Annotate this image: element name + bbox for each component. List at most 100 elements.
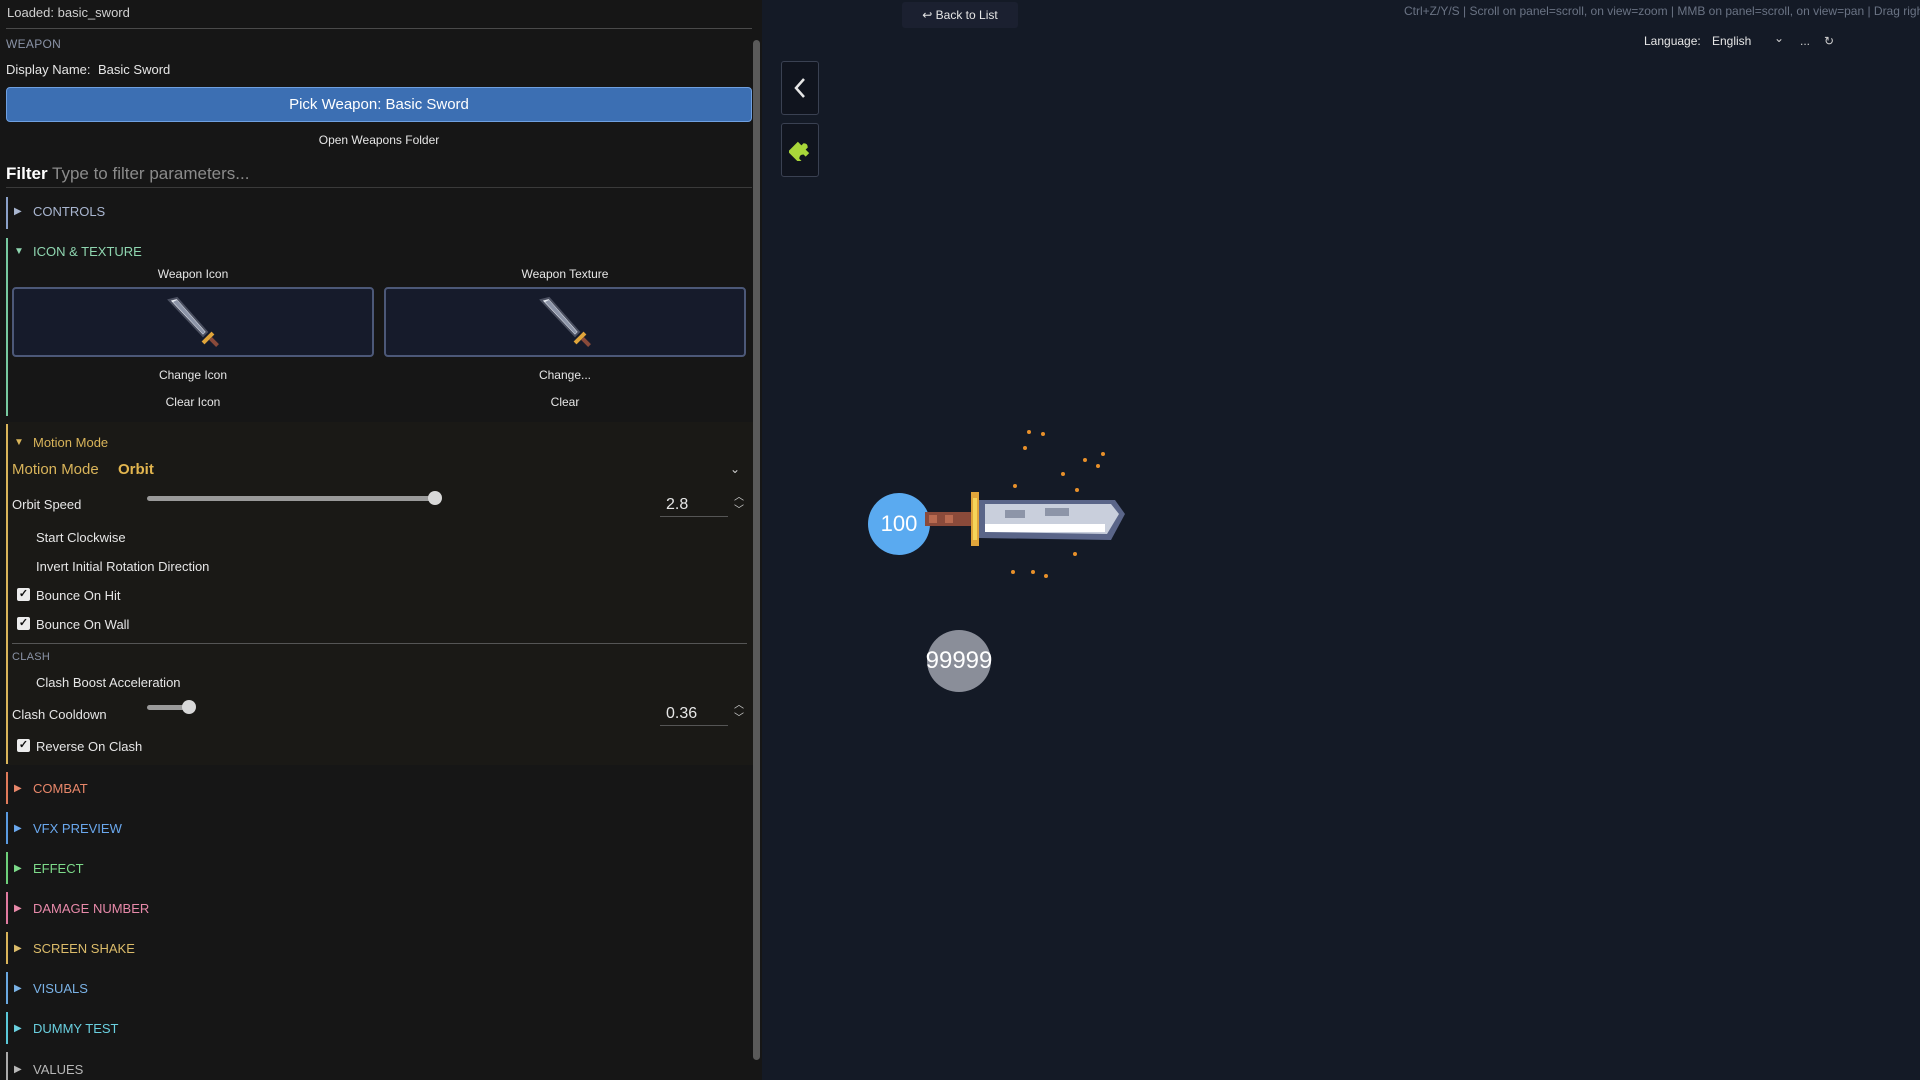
bounce-on-wall-label: Bounce On Wall: [36, 617, 130, 632]
open-weapons-folder-button[interactable]: Open Weapons Folder: [6, 133, 752, 147]
clash-subheader: CLASH: [12, 651, 51, 663]
expanded-arrow-icon: ▼: [14, 437, 24, 448]
section-damage-number-label: DAMAGE NUMBER: [33, 901, 150, 916]
section-icon-texture-label: ICON & TEXTURE: [33, 244, 142, 259]
section-vfx-preview-label: VFX PREVIEW: [33, 821, 122, 836]
section-visuals-label: VISUALS: [33, 981, 88, 996]
weapon-section-label: WEAPON: [6, 37, 62, 51]
section-values-label: VALUES: [33, 1062, 84, 1077]
clear-texture-button[interactable]: Clear: [384, 395, 746, 409]
decrement-icon[interactable]: ﹀: [734, 714, 744, 724]
bounce-on-hit-checkbox[interactable]: ✓: [17, 588, 30, 601]
section-visuals[interactable]: ▶ VISUALS: [14, 981, 88, 996]
collapsed-arrow-icon: ▶: [14, 863, 22, 874]
section-combat-label: COMBAT: [33, 781, 88, 796]
section-accent: [6, 852, 8, 884]
change-texture-button[interactable]: Change...: [384, 368, 746, 382]
motion-mode-label: Motion Mode: [12, 461, 99, 478]
bounce-on-wall-checkbox[interactable]: ✓: [17, 617, 30, 630]
section-effect-label: EFFECT: [33, 861, 84, 876]
collapsed-arrow-icon: ▶: [14, 1064, 22, 1075]
section-accent: [6, 892, 8, 924]
collapsed-arrow-icon: ▶: [14, 1023, 22, 1034]
collapsed-arrow-icon: ▶: [14, 943, 22, 954]
sword-icon: [539, 296, 591, 347]
refresh-icon[interactable]: ↻: [1824, 34, 1834, 48]
display-name-label: Display Name:: [6, 62, 91, 77]
section-accent: [6, 932, 8, 964]
change-icon-button[interactable]: Change Icon: [12, 368, 374, 382]
collapsed-arrow-icon: ▶: [14, 783, 22, 794]
increment-icon[interactable]: ︿: [734, 493, 744, 503]
weapon-icon-preview[interactable]: [12, 287, 374, 357]
puzzle-icon: [789, 141, 810, 161]
player-hp-label: 100: [880, 511, 918, 536]
loaded-status: Loaded: basic_sword: [7, 5, 130, 20]
section-accent: [6, 424, 8, 764]
chevron-down-icon[interactable]: ⌄: [730, 462, 740, 476]
collapse-panel-button[interactable]: [781, 61, 819, 115]
expanded-arrow-icon: ▼: [14, 246, 24, 257]
filter-label: Filter: [6, 164, 48, 183]
section-dummy-test[interactable]: ▶ DUMMY TEST: [14, 1021, 118, 1036]
display-name-value[interactable]: Basic Sword: [98, 62, 170, 77]
more-button[interactable]: ...: [1800, 34, 1810, 48]
reverse-on-clash-checkbox[interactable]: ✓: [17, 739, 30, 752]
reverse-on-clash-label: Reverse On Clash: [36, 739, 143, 754]
language-select[interactable]: English: [1712, 34, 1751, 48]
weapon-texture-preview[interactable]: [384, 287, 746, 357]
section-accent: [6, 238, 8, 416]
filter-input[interactable]: [52, 162, 752, 186]
start-clockwise-option[interactable]: Start Clockwise: [36, 530, 126, 545]
increment-icon[interactable]: ︿: [734, 701, 744, 711]
section-icon-texture[interactable]: ▼ ICON & TEXTURE: [14, 244, 142, 259]
section-controls[interactable]: ▶ CONTROLS: [14, 204, 105, 219]
section-values[interactable]: ▶ VALUES: [14, 1062, 83, 1077]
section-accent: [6, 772, 8, 804]
section-motion-mode[interactable]: ▼ Motion Mode: [14, 435, 108, 450]
collapsed-arrow-icon: ▶: [14, 823, 22, 834]
decrement-icon[interactable]: ﹀: [734, 506, 744, 516]
clash-cooldown-slider-handle[interactable]: [182, 700, 196, 714]
weapon-texture-label: Weapon Texture: [521, 267, 609, 281]
pick-weapon-button[interactable]: Pick Weapon: Basic Sword: [6, 87, 752, 122]
orbit-speed-input[interactable]: 2.8: [660, 493, 728, 517]
back-to-list-button[interactable]: ↩ Back to List: [902, 2, 1018, 28]
clash-cooldown-label: Clash Cooldown: [12, 707, 107, 722]
clash-boost-option[interactable]: Clash Boost Acceleration: [36, 675, 181, 690]
clear-icon-button[interactable]: Clear Icon: [12, 395, 374, 409]
section-effect[interactable]: ▶ EFFECT: [14, 861, 84, 876]
section-vfx-preview[interactable]: ▶ VFX PREVIEW: [14, 821, 122, 836]
plugin-button[interactable]: [781, 123, 819, 177]
panel-scrollbar[interactable]: [753, 40, 760, 1060]
section-damage-number[interactable]: ▶ DAMAGE NUMBER: [14, 901, 149, 916]
orbit-speed-slider[interactable]: [147, 496, 437, 501]
orbit-speed-label: Orbit Speed: [12, 497, 82, 512]
section-combat[interactable]: ▶ COMBAT: [14, 781, 88, 796]
section-screen-shake-label: SCREEN SHAKE: [33, 941, 135, 956]
orbit-speed-slider-handle[interactable]: [428, 491, 442, 505]
sword-sprite: [925, 430, 1125, 578]
collapsed-arrow-icon: ▶: [14, 983, 22, 994]
motion-mode-select[interactable]: Orbit: [118, 461, 154, 478]
shortcut-hint: Ctrl+Z/Y/S | Scroll on panel=scroll, on …: [1404, 4, 1920, 18]
section-accent: [6, 1052, 8, 1080]
language-label: Language:: [1644, 34, 1701, 48]
section-motion-mode-label: Motion Mode: [33, 435, 109, 450]
invert-rotation-option[interactable]: Invert Initial Rotation Direction: [36, 559, 209, 574]
divider: [12, 643, 747, 644]
chevron-down-icon[interactable]: ⌄: [1774, 31, 1784, 45]
weapon-icon-label: Weapon Icon: [157, 267, 229, 281]
section-controls-label: CONTROLS: [33, 204, 106, 219]
bounce-on-hit-label: Bounce On Hit: [36, 588, 121, 603]
section-accent: [6, 812, 8, 844]
chevron-left-icon: [794, 78, 805, 98]
collapsed-arrow-icon: ▶: [14, 903, 22, 914]
clash-cooldown-input[interactable]: 0.36: [660, 702, 728, 726]
section-accent: [6, 972, 8, 1004]
section-dummy-test-label: DUMMY TEST: [33, 1021, 119, 1036]
parameter-panel: Loaded: basic_sword WEAPON Display Name:…: [0, 0, 762, 1080]
section-screen-shake[interactable]: ▶ SCREEN SHAKE: [14, 941, 135, 956]
dummy-hp-label: 99999: [925, 647, 993, 674]
dummy-target[interactable]: 99999: [925, 630, 993, 692]
